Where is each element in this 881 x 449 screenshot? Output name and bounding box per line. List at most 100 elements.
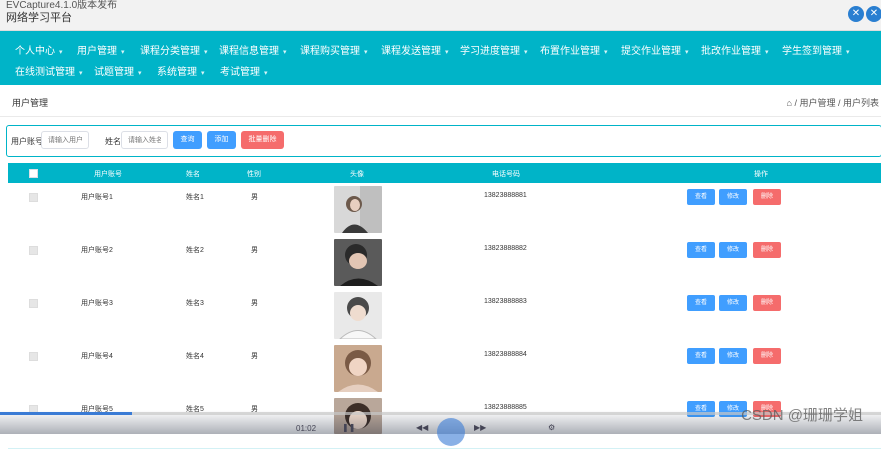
edit-button[interactable]: 修改 — [719, 189, 747, 205]
batch-delete-button[interactable]: 批量删除 — [241, 131, 284, 149]
nav-item-course-purchase[interactable]: 课程购买管理 ▾ — [300, 42, 368, 57]
table-row: 用户账号3 姓名3 男 13823888883 查看 修改 删除 — [8, 289, 881, 343]
breadcrumb-path[interactable]: / 用户管理 / 用户列表 — [794, 98, 879, 108]
table-header: 用户账号 姓名 性别 头像 电话号码 操作 — [8, 163, 881, 183]
delete-button[interactable]: 删除 — [753, 295, 781, 311]
chevron-down-icon: ▾ — [445, 49, 449, 56]
gender-cell: 男 — [251, 247, 258, 254]
name-cell: 姓名3 — [186, 300, 204, 307]
main-nav: 个人中心 ▾ 用户管理 ▾ 课程分类管理 ▾ 课程信息管理 ▾ 课程购买管理 ▾ 课程发送… — [0, 31, 881, 85]
nav-item-student-checkin[interactable]: 学生签到管理 ▾ — [782, 42, 850, 57]
nav-item-submit-homework[interactable]: 提交作业管理 ▾ — [621, 42, 689, 57]
chevron-down-icon: ▾ — [138, 70, 142, 77]
play-icon[interactable] — [437, 418, 465, 446]
add-button[interactable]: 添加 — [207, 131, 236, 149]
gender-cell: 男 — [251, 194, 258, 201]
video-progress-fill — [0, 412, 132, 415]
edit-button[interactable]: 修改 — [719, 242, 747, 258]
delete-button[interactable]: 删除 — [753, 189, 781, 205]
name-cell: 姓名2 — [186, 247, 204, 254]
name-cell: 姓名1 — [186, 194, 204, 201]
view-button[interactable]: 查看 — [687, 189, 715, 205]
delete-button[interactable]: 删除 — [753, 348, 781, 364]
chevron-down-icon: ▾ — [121, 49, 125, 56]
row-checkbox[interactable] — [29, 352, 38, 361]
rewind-icon[interactable]: ◀◀ — [416, 423, 428, 432]
nav-item-course-category[interactable]: 课程分类管理 ▾ — [140, 42, 208, 57]
nav-item-question-management[interactable]: 试题管理 ▾ — [94, 63, 142, 78]
column-header-gender: 性别 — [247, 171, 261, 178]
account-cell: 用户账号1 — [81, 194, 113, 201]
column-header-name: 姓名 — [186, 171, 200, 178]
row-checkbox[interactable] — [29, 299, 38, 308]
account-label: 用户账号 — [11, 137, 43, 146]
breadcrumb-bar: 用户管理 ⌂ / 用户管理 / 用户列表 — [0, 86, 881, 117]
name-label: 姓名 — [105, 137, 121, 146]
fast-forward-icon[interactable]: ▶▶ — [474, 423, 486, 432]
phone-cell: 13823888882 — [484, 245, 527, 252]
page-title: 用户管理 — [12, 98, 49, 108]
name-search-input[interactable] — [121, 131, 168, 149]
nav-item-personal-center[interactable]: 个人中心 ▾ — [15, 42, 63, 57]
watermark: CSDN @珊珊学姐 — [741, 407, 863, 424]
column-header-account: 用户账号 — [94, 171, 122, 178]
chevron-down-icon: ▾ — [685, 49, 689, 56]
table-row: 用户账号4 姓名4 男 13823888884 查看 修改 删除 — [8, 342, 881, 396]
nav-item-online-test[interactable]: 在线测试管理 ▾ — [15, 63, 83, 78]
chevron-down-icon: ▾ — [201, 70, 205, 77]
select-all-checkbox[interactable] — [29, 169, 38, 178]
name-cell: 姓名4 — [186, 353, 204, 360]
nav-item-course-send[interactable]: 课程发送管理 ▾ — [381, 42, 449, 57]
chevron-down-icon: ▾ — [59, 49, 63, 56]
nav-item-exam-management[interactable]: 考试管理 ▾ — [220, 63, 268, 78]
gender-cell: 男 — [251, 353, 258, 360]
chevron-down-icon: ▾ — [283, 49, 287, 56]
window-titlebar: EVCapture4.1.0版本发布 网络学习平台 ✕ ✕ — [0, 0, 881, 31]
chevron-down-icon: ▾ — [79, 70, 83, 77]
nav-item-system-management[interactable]: 系统管理 ▾ — [157, 63, 205, 78]
pause-icon[interactable]: ❚❚ — [342, 423, 355, 432]
avatar — [334, 292, 382, 339]
account-search-input[interactable] — [41, 131, 89, 149]
phone-cell: 13823888883 — [484, 298, 527, 305]
column-header-avatar: 头像 — [350, 171, 364, 178]
home-icon[interactable]: ⌂ — [787, 98, 792, 108]
chevron-down-icon: ▾ — [364, 49, 368, 56]
phone-cell: 13823888884 — [484, 351, 527, 358]
breadcrumb: ⌂ / 用户管理 / 用户列表 — [787, 96, 879, 109]
view-button[interactable]: 查看 — [687, 295, 715, 311]
nav-item-grade-homework[interactable]: 批改作业管理 ▾ — [701, 42, 769, 57]
account-cell: 用户账号4 — [81, 353, 113, 360]
account-cell: 用户账号3 — [81, 300, 113, 307]
view-button[interactable]: 查看 — [687, 242, 715, 258]
search-panel: 用户账号 姓名 查询 添加 批量删除 — [6, 125, 881, 157]
nav-item-assign-homework[interactable]: 布置作业管理 ▾ — [540, 42, 608, 57]
nav-item-learning-progress[interactable]: 学习进度管理 ▾ — [460, 42, 528, 57]
column-header-actions: 操作 — [754, 171, 768, 178]
view-button[interactable]: 查看 — [687, 348, 715, 364]
table-row: 用户账号2 姓名2 男 13823888882 查看 修改 删除 — [8, 236, 881, 290]
avatar — [334, 186, 382, 233]
app-name: 网络学习平台 — [6, 12, 72, 24]
column-header-phone: 电话号码 — [492, 171, 520, 178]
nav-item-course-info[interactable]: 课程信息管理 ▾ — [219, 42, 287, 57]
edit-button[interactable]: 修改 — [719, 295, 747, 311]
search-button[interactable]: 查询 — [173, 131, 202, 149]
gender-cell: 男 — [251, 300, 258, 307]
row-checkbox[interactable] — [29, 246, 38, 255]
close-icon[interactable]: ✕ — [866, 6, 881, 22]
video-time: 01:02 — [296, 424, 317, 433]
chevron-down-icon: ▾ — [524, 49, 528, 56]
settings-icon[interactable]: ⚙ — [548, 423, 555, 432]
avatar — [334, 239, 382, 286]
edit-button[interactable]: 修改 — [719, 348, 747, 364]
row-checkbox[interactable] — [29, 193, 38, 202]
chevron-down-icon: ▾ — [846, 49, 850, 56]
nav-item-user-management[interactable]: 用户管理 ▾ — [77, 42, 125, 57]
delete-button[interactable]: 删除 — [753, 242, 781, 258]
chevron-down-icon: ▾ — [604, 49, 608, 56]
table-row: 用户账号1 姓名1 男 13823888881 查看 修改 删除 — [8, 183, 881, 237]
account-cell: 用户账号2 — [81, 247, 113, 254]
expand-icon[interactable]: ✕ — [848, 6, 864, 22]
avatar — [334, 345, 382, 392]
